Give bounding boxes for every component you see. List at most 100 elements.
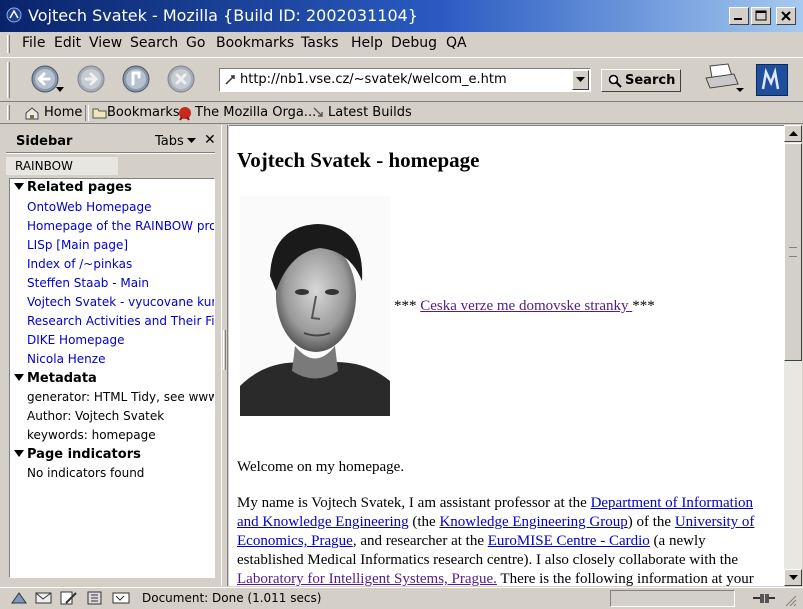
menu-go[interactable]: Go bbox=[186, 35, 205, 51]
menu-grip[interactable] bbox=[7, 35, 10, 53]
mozilla-logo-icon bbox=[761, 67, 780, 90]
collapse-triangle-icon bbox=[14, 183, 24, 190]
forward-arrow-icon[interactable] bbox=[76, 64, 106, 94]
status-text: Document: Done (1.011 secs) bbox=[142, 591, 322, 605]
menu-qa[interactable]: QA bbox=[446, 35, 467, 51]
home-icon bbox=[25, 107, 39, 120]
mozilla-org-bookmark[interactable]: The Mozilla Orga... bbox=[195, 105, 316, 120]
menu-view[interactable]: View bbox=[89, 35, 122, 51]
mail-icon[interactable] bbox=[35, 591, 53, 605]
sidebar-close-icon[interactable]: ✕ bbox=[204, 132, 216, 148]
menu-search[interactable]: Search bbox=[130, 35, 178, 51]
url-text[interactable]: http://nb1.vse.cz/~svatek/welcom_e.htm bbox=[240, 72, 507, 87]
related-link[interactable]: Homepage of the RAINBOW proje bbox=[27, 219, 214, 233]
related-links-panel: Related pages OntoWeb Homepage Homepage … bbox=[9, 178, 215, 578]
thumb-grip bbox=[789, 247, 797, 257]
sidebar-tabs-menu[interactable]: Tabs bbox=[155, 134, 196, 149]
print-icon[interactable] bbox=[702, 60, 744, 96]
url-bar[interactable]: http://nb1.vse.cz/~svatek/welcom_e.htm bbox=[219, 68, 591, 92]
sidebar-splitter[interactable] bbox=[221, 125, 228, 586]
stop-icon[interactable] bbox=[166, 64, 196, 94]
page-indicators-title: Page indicators bbox=[27, 447, 141, 462]
metadata-item: generator: HTML Tidy, see www bbox=[27, 390, 215, 404]
collapse-triangle-icon bbox=[14, 450, 24, 457]
url-history-dropdown[interactable] bbox=[572, 70, 589, 90]
search-button[interactable]: Search bbox=[601, 69, 681, 92]
metadata-header[interactable]: Metadata bbox=[14, 371, 97, 386]
bookmarks-button[interactable]: Bookmarks bbox=[107, 105, 180, 120]
czech-prefix: *** bbox=[394, 298, 421, 314]
online-status-icon[interactable] bbox=[752, 592, 776, 605]
intro-text: , and researcher at the bbox=[352, 533, 488, 549]
czech-version-line: *** Ceska verze me domovske stranky *** bbox=[394, 298, 655, 315]
menu-edit[interactable]: Edit bbox=[54, 35, 81, 51]
navigator-icon[interactable] bbox=[10, 591, 28, 605]
menu-bookmarks[interactable]: Bookmarks bbox=[216, 35, 294, 51]
mozilla-dino-icon bbox=[179, 107, 191, 121]
menu-tasks[interactable]: Tasks bbox=[301, 35, 339, 51]
sidebar-title: Sidebar bbox=[16, 134, 73, 149]
sidebar-tabs-label: Tabs bbox=[155, 134, 184, 149]
status-bar: Document: Done (1.011 secs) bbox=[0, 587, 803, 609]
scroll-thumb[interactable] bbox=[784, 143, 802, 361]
menu-debug[interactable]: Debug bbox=[391, 35, 437, 51]
window-title: Vojtech Svatek - Mozilla {Build ID: 2002… bbox=[28, 6, 418, 25]
minimize-button[interactable] bbox=[729, 7, 749, 25]
related-link[interactable]: OntoWeb Homepage bbox=[27, 200, 151, 214]
splitter-grip[interactable] bbox=[223, 330, 226, 370]
sidebar-panel-tab[interactable]: RAINBOW bbox=[6, 157, 118, 175]
latest-builds-bookmark[interactable]: Latest Builds bbox=[328, 105, 412, 120]
related-link[interactable]: Research Activities and Their Fin bbox=[27, 314, 214, 328]
reload-icon[interactable] bbox=[121, 64, 151, 94]
czech-suffix: *** bbox=[632, 298, 655, 314]
related-link[interactable]: Nicola Henze bbox=[27, 352, 105, 366]
related-link[interactable]: Index of /~pinkas bbox=[27, 257, 132, 271]
related-pages-title: Related pages bbox=[27, 180, 132, 195]
progress-panel bbox=[610, 590, 735, 607]
related-link[interactable]: LISp [Main page] bbox=[27, 238, 128, 252]
chevron-down-icon bbox=[186, 138, 196, 143]
search-button-label: Search bbox=[625, 73, 676, 88]
keg-link[interactable]: Knowledge Engineering Group bbox=[439, 514, 627, 530]
chatzilla-icon[interactable] bbox=[112, 591, 130, 605]
personal-toolbar: Home Bookmarks The Mozilla Orga... Lates… bbox=[0, 102, 803, 124]
home-button[interactable]: Home bbox=[44, 105, 82, 120]
menu-file[interactable]: File bbox=[22, 35, 45, 51]
close-window-button[interactable] bbox=[776, 7, 796, 25]
menu-bar: File Edit View Search Go Bookmarks Tasks… bbox=[0, 32, 803, 56]
lis-link[interactable]: Laboratory for Intelligent Systems, Prag… bbox=[237, 571, 497, 586]
euromise-link[interactable]: EuroMISE Centre - Cardio bbox=[488, 533, 650, 549]
related-link[interactable]: DIKE Homepage bbox=[27, 333, 124, 347]
page-heading: Vojtech Svatek - homepage bbox=[237, 148, 480, 172]
scroll-up-button[interactable] bbox=[784, 125, 802, 142]
address-book-icon[interactable] bbox=[86, 591, 104, 605]
portrait-photo bbox=[240, 196, 390, 416]
resize-grip-icon[interactable] bbox=[780, 590, 798, 607]
folder-icon bbox=[92, 108, 107, 119]
vertical-scrollbar[interactable] bbox=[784, 125, 802, 586]
czech-version-link[interactable]: Ceska verze me domovske stranky bbox=[420, 298, 632, 314]
nav-grip[interactable] bbox=[7, 62, 10, 98]
title-bar[interactable]: Vojtech Svatek - Mozilla {Build ID: 2002… bbox=[0, 0, 803, 32]
intro-text: (the bbox=[408, 514, 440, 530]
link-icon bbox=[313, 107, 323, 117]
maximize-button[interactable] bbox=[751, 7, 771, 25]
personal-grip[interactable] bbox=[7, 105, 10, 120]
arrow-down-icon bbox=[789, 575, 798, 580]
page-content: Vojtech Svatek - homepage *** Ceska verz… bbox=[229, 125, 784, 586]
page-proxy-icon[interactable] bbox=[224, 73, 237, 86]
intro-text: My name is Vojtech Svatek, I am assistan… bbox=[237, 495, 591, 511]
page-indicators-header[interactable]: Page indicators bbox=[14, 447, 141, 462]
related-link[interactable]: Steffen Staab - Main bbox=[27, 276, 149, 290]
composer-icon[interactable] bbox=[60, 591, 78, 605]
menu-help[interactable]: Help bbox=[351, 35, 383, 51]
related-pages-header[interactable]: Related pages bbox=[14, 180, 132, 195]
back-dropdown-icon[interactable] bbox=[55, 86, 65, 94]
sidebar-divider bbox=[6, 152, 215, 154]
intro-text: ) of the bbox=[627, 514, 675, 530]
indicator-item: No indicators found bbox=[27, 466, 145, 480]
mozilla-throbber[interactable] bbox=[756, 64, 788, 96]
related-link[interactable]: Vojtech Svatek - vyucovane kurzy bbox=[27, 295, 214, 309]
mozilla-app-icon bbox=[6, 7, 22, 23]
scroll-down-button[interactable] bbox=[784, 569, 802, 586]
